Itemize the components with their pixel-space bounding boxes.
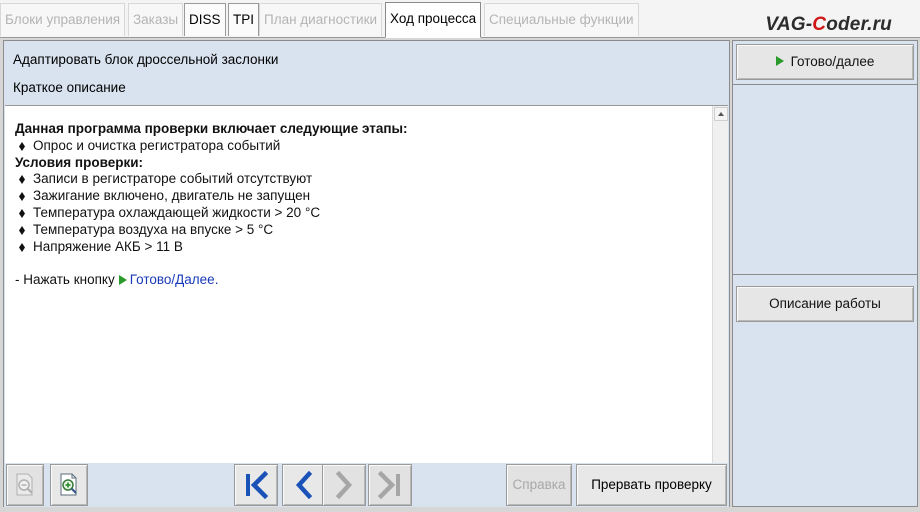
diamond-bullet-icon [19, 175, 25, 185]
description-text: Данная программа проверки включает следу… [15, 121, 705, 289]
zoom-out-button[interactable] [6, 464, 44, 506]
diamond-bullet-icon [19, 141, 25, 151]
watermark-logo: VAG-Coder.ru [765, 14, 892, 35]
steps-heading: Данная программа проверки включает следу… [15, 121, 408, 136]
tab-orders: Заказы [128, 3, 184, 36]
work-description-button[interactable]: Описание работы [736, 286, 914, 322]
bottom-toolbar: Справка Прервать проверку [4, 463, 729, 507]
tab-diagnostic-plan: План диагностики [259, 3, 383, 36]
divider [733, 84, 917, 85]
procedure-title: Адаптировать блок дроссельной заслонки [13, 52, 279, 67]
diamond-bullet-icon [19, 242, 25, 252]
next-button[interactable]: Готово/далее [736, 44, 914, 80]
procedure-subtitle: Краткое описание [13, 80, 126, 95]
instruction-line: - Нажать кнопку Готово/Далее. [15, 272, 219, 288]
skip-first-icon [246, 471, 269, 499]
list-item: Зажигание включено, двигатель не запущен [15, 188, 705, 205]
play-icon [118, 275, 127, 286]
conditions-heading: Условия проверки: [15, 154, 143, 170]
diamond-bullet-icon [19, 225, 25, 235]
tab-process[interactable]: Ход процесса [385, 2, 482, 38]
abort-test-button[interactable]: Прервать проверку [576, 464, 727, 506]
diamond-bullet-icon [19, 192, 25, 202]
list-item: Напряжение АКБ > 11 В [15, 239, 705, 256]
description-area[interactable]: Данная программа проверки включает следу… [5, 105, 728, 502]
chevron-left-icon [295, 471, 313, 499]
chevron-right-icon [335, 471, 353, 499]
tab-special-functions: Специальные функции [484, 3, 639, 36]
list-item: Записи в регистраторе событий отсутствую… [15, 171, 705, 188]
right-side-panel: Готово/далее Описание работы [732, 40, 918, 507]
tab-diss[interactable]: DISS [184, 3, 226, 36]
divider [733, 274, 917, 275]
main-panel: Адаптировать блок дроссельной заслонки К… [3, 40, 730, 507]
tab-tpi[interactable]: TPI [228, 3, 260, 36]
next-step-button[interactable] [322, 464, 366, 506]
tab-control-units: Блоки управления [0, 3, 126, 36]
diamond-bullet-icon [19, 208, 25, 218]
play-icon [775, 56, 784, 67]
scroll-up-button[interactable] [714, 107, 728, 121]
list-item: Температура воздуха на впуске > 5 °C [15, 222, 705, 239]
arrow-up-icon [718, 112, 724, 116]
list-item: Температура охлаждающей жидкости > 20 °C [15, 205, 705, 222]
skip-last-icon [377, 471, 400, 499]
zoom-in-icon [60, 473, 77, 496]
previous-step-button[interactable] [282, 464, 326, 506]
vertical-scrollbar[interactable] [712, 106, 728, 502]
next-link: Готово/Далее [129, 272, 215, 288]
zoom-out-icon [16, 473, 33, 496]
tab-bar: Блоки управления Заказы DISS TPI План ди… [0, 0, 920, 38]
help-button[interactable]: Справка [506, 464, 572, 506]
zoom-in-button[interactable] [50, 464, 88, 506]
first-step-button[interactable] [234, 464, 278, 506]
list-item: Опрос и очистка регистратора событий [15, 138, 705, 155]
last-step-button[interactable] [368, 464, 412, 506]
